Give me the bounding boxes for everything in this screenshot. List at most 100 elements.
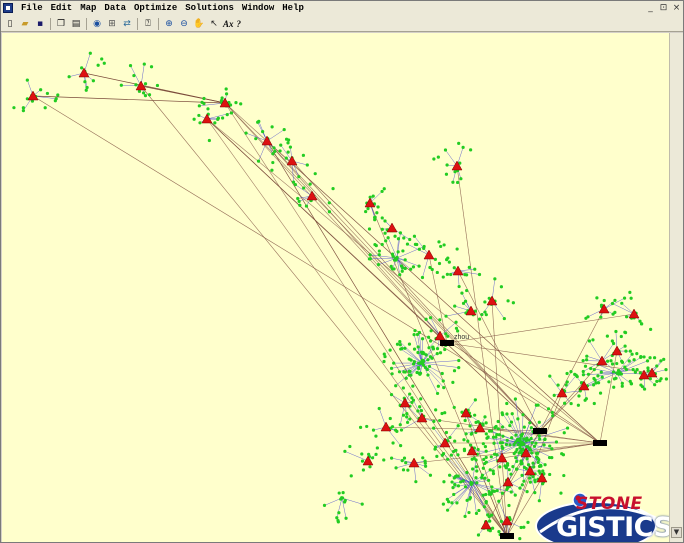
customer-point (562, 431, 566, 435)
customer-point (474, 476, 478, 480)
customer-point (343, 449, 347, 453)
customer-point (304, 204, 309, 208)
customer-point (483, 415, 487, 419)
customer-point (498, 465, 502, 469)
toolbar-separator (137, 17, 138, 30)
customer-point (56, 93, 60, 97)
customer-point (537, 420, 541, 424)
customer-point (492, 441, 496, 445)
customer-point (392, 267, 396, 271)
query-tool[interactable]: ? (237, 19, 242, 29)
customer-point (257, 119, 261, 123)
warehouse-marker (201, 113, 213, 124)
vertical-scrollbar[interactable]: ▼ (669, 33, 683, 542)
city-label: zhou (454, 334, 469, 341)
customer-point (364, 209, 368, 214)
customer-point (652, 356, 657, 360)
menu-data[interactable]: Data (100, 2, 130, 15)
open-icon[interactable]: ▰ (19, 18, 31, 30)
menu-file[interactable]: File (17, 2, 47, 15)
customer-point (408, 417, 412, 421)
customer-point (197, 113, 201, 118)
save-icon[interactable]: ▪ (34, 18, 46, 30)
customer-point (605, 334, 609, 338)
pointer-icon[interactable]: ↖ (208, 18, 220, 30)
restore-icon[interactable]: ⊡ (659, 2, 668, 14)
customer-point (615, 371, 619, 375)
customer-point (510, 436, 514, 440)
customer-point (463, 418, 467, 423)
customer-point (507, 503, 511, 508)
customer-point (331, 186, 335, 191)
customer-point (595, 296, 599, 300)
customer-point (394, 384, 398, 388)
customer-point (389, 264, 393, 268)
menu-solutions[interactable]: Solutions (181, 2, 238, 15)
customer-point (445, 497, 449, 501)
customer-point (53, 99, 57, 103)
new-icon[interactable]: ▯ (4, 18, 16, 30)
customer-point (366, 207, 370, 211)
customer-point (440, 411, 444, 416)
customer-point (88, 51, 92, 55)
minimize-icon[interactable]: _ (646, 2, 655, 14)
map-canvas[interactable]: zhou STONE GISTICS (2, 33, 669, 542)
pan-hand-icon[interactable]: ✋ (193, 18, 205, 30)
customer-point (476, 533, 481, 537)
customer-point (475, 469, 479, 473)
customer-point (476, 447, 480, 452)
customer-point (67, 75, 71, 79)
network-icon[interactable]: ⊞ (106, 18, 118, 30)
app-icon[interactable] (3, 3, 13, 13)
customer-point (577, 394, 581, 398)
menu-window[interactable]: Window (238, 2, 278, 15)
scroll-down-icon[interactable]: ▼ (671, 527, 682, 538)
customer-point (192, 117, 196, 121)
customer-point (420, 361, 425, 366)
copy-icon[interactable]: ❐ (55, 18, 67, 30)
customer-point (398, 343, 402, 347)
customer-point (455, 247, 459, 251)
menu-help[interactable]: Help (278, 2, 308, 15)
menu-edit[interactable]: Edit (47, 2, 77, 15)
customer-point (518, 486, 522, 490)
toolbar-separator (50, 17, 51, 30)
customer-point (592, 368, 596, 372)
customer-point (463, 514, 467, 518)
hub-marker (500, 533, 514, 539)
customer-point (380, 242, 384, 247)
menu-optimize[interactable]: Optimize (130, 2, 181, 15)
customer-point (492, 452, 497, 456)
customer-point (429, 339, 433, 343)
customer-point (589, 366, 593, 371)
customer-point (207, 138, 211, 143)
customer-point (493, 277, 497, 281)
customer-point (468, 497, 472, 501)
close-icon[interactable]: × (672, 2, 681, 14)
globe-icon[interactable]: ◉ (91, 18, 103, 30)
customer-point (454, 474, 458, 478)
route-icon[interactable]: ⇄ (121, 18, 133, 30)
help-icon[interactable]: ⍰ (142, 18, 154, 30)
customer-point (508, 423, 512, 428)
customer-point (293, 183, 297, 187)
customer-point (374, 244, 378, 248)
customer-point (405, 420, 410, 425)
local-route (589, 340, 603, 362)
customer-point (497, 529, 501, 534)
paste-icon[interactable]: ▤ (70, 18, 82, 30)
customer-point (405, 242, 410, 246)
customer-point (432, 157, 436, 161)
customer-point (493, 426, 497, 430)
zoom-out-icon[interactable]: ⊖ (178, 18, 190, 30)
menu-items: File Edit Map Data Optimize Solutions Window He… (17, 2, 308, 15)
menu-map[interactable]: Map (76, 2, 100, 15)
text-tool[interactable]: Ax (223, 19, 234, 29)
customer-point (400, 459, 404, 463)
network-map[interactable]: zhou (2, 33, 669, 542)
customer-point (563, 401, 567, 405)
hub-marker (533, 428, 547, 434)
customer-point (361, 468, 366, 472)
customer-point (463, 299, 468, 303)
zoom-in-icon[interactable]: ⊕ (163, 18, 175, 30)
